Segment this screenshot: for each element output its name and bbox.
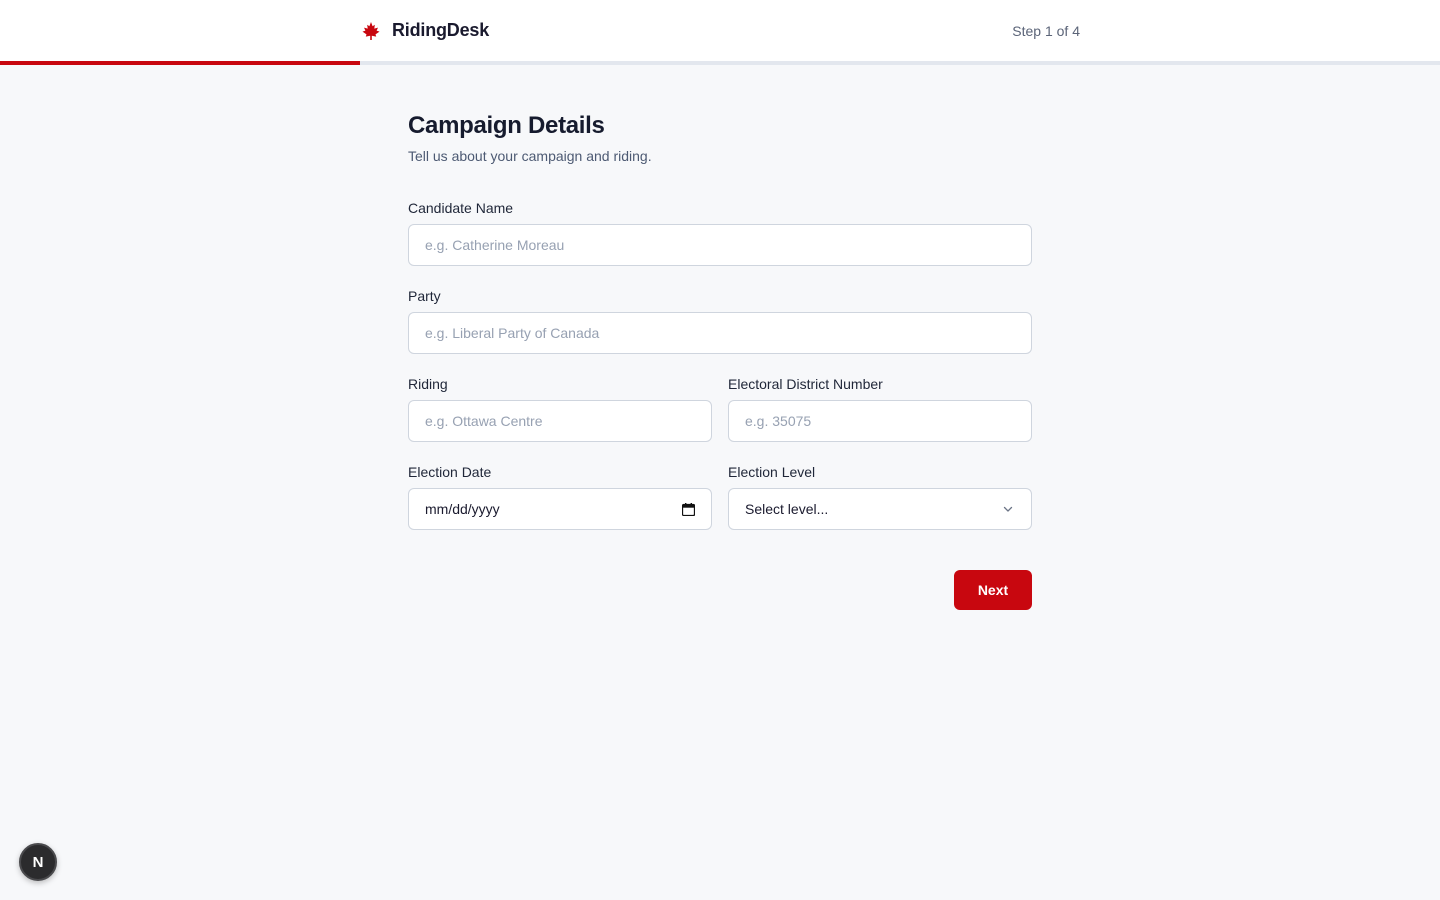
main-content: Campaign Details Tell us about your camp… <box>408 112 1032 610</box>
chevron-down-icon <box>1001 502 1015 516</box>
party-label: Party <box>408 288 441 304</box>
party-field-group: Party <box>408 288 1032 354</box>
brand-name: RidingDesk <box>392 20 490 40</box>
calendar-icon[interactable] <box>681 502 695 516</box>
election-level-select[interactable]: Select level... <box>728 488 1032 530</box>
riding-label: Riding <box>408 376 448 392</box>
election-level-label: Election Level <box>728 464 816 480</box>
candidate-name-input[interactable] <box>408 224 1032 266</box>
district-number-field-group: Electoral District Number <box>728 376 1032 442</box>
next-button[interactable]: Next <box>954 570 1032 610</box>
page-subtitle: Tell us about your campaign and riding. <box>408 148 652 164</box>
top-bar-inner: RidingDesk Step 1 of 4 <box>360 0 1080 61</box>
dev-tools-badge-label: N <box>32 853 44 871</box>
district-number-label: Electoral District Number <box>728 376 883 392</box>
progress-bar-fill <box>0 61 360 65</box>
candidate-name-field-group: Candidate Name <box>408 200 1032 266</box>
campaign-form: Candidate Name Party Riding Electoral Di… <box>408 200 1032 552</box>
election-date-field-group: Election Date mm/dd/yyyy <box>408 464 712 530</box>
progress-bar <box>0 61 1440 65</box>
form-actions: Next <box>408 570 1032 610</box>
riding-field-group: Riding <box>408 376 712 442</box>
candidate-name-label: Candidate Name <box>408 200 514 216</box>
riding-district-row: Riding Electoral District Number <box>408 376 1032 464</box>
date-level-row: Election Date mm/dd/yyyy Election Level <box>408 464 1032 552</box>
top-bar: RidingDesk Step 1 of 4 <box>0 0 1440 61</box>
election-date-label: Election Date <box>408 464 492 480</box>
election-date-input[interactable]: mm/dd/yyyy <box>408 488 712 530</box>
page-title: Campaign Details <box>408 112 605 139</box>
election-level-selected: Select level... <box>745 501 829 517</box>
dev-tools-badge[interactable]: N <box>19 843 57 881</box>
election-level-field-group: Election Level Select level... <box>728 464 1032 530</box>
district-number-input[interactable] <box>728 400 1032 442</box>
riding-input[interactable] <box>408 400 712 442</box>
party-input[interactable] <box>408 312 1032 354</box>
election-date-value: mm/dd/yyyy <box>425 501 500 517</box>
brand[interactable]: RidingDesk <box>360 20 489 42</box>
maple-leaf-icon <box>360 20 382 42</box>
step-indicator: Step 1 of 4 <box>1012 22 1080 39</box>
